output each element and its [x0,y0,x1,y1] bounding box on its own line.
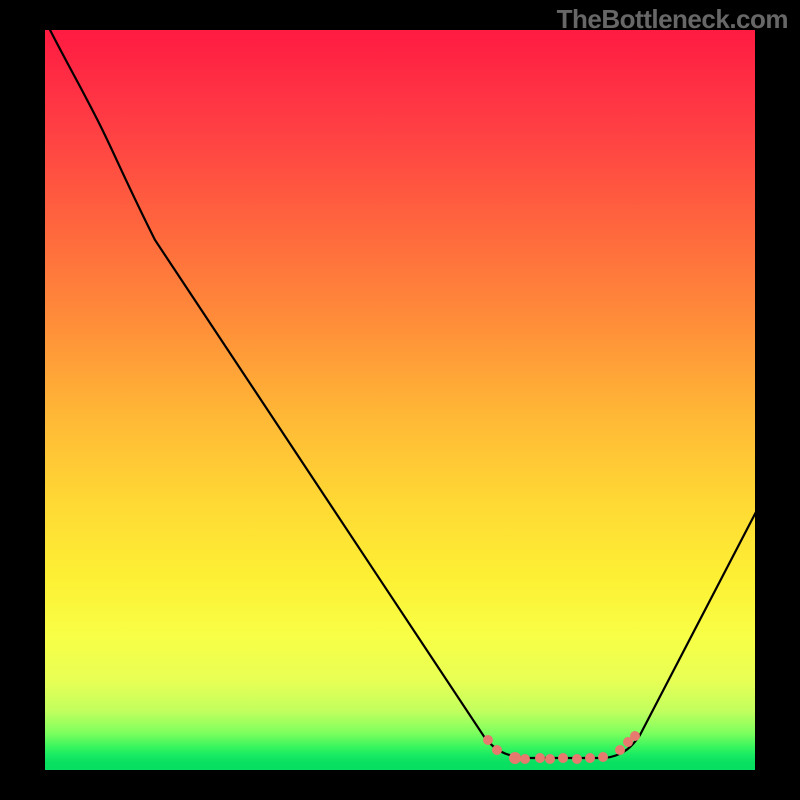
chart-container: TheBottleneck.com [0,0,800,800]
watermark-text: TheBottleneck.com [557,4,788,35]
plot-area [45,30,755,770]
bottleneck-line [45,30,755,758]
bottleneck-curve [45,30,755,770]
data-points [483,731,640,764]
